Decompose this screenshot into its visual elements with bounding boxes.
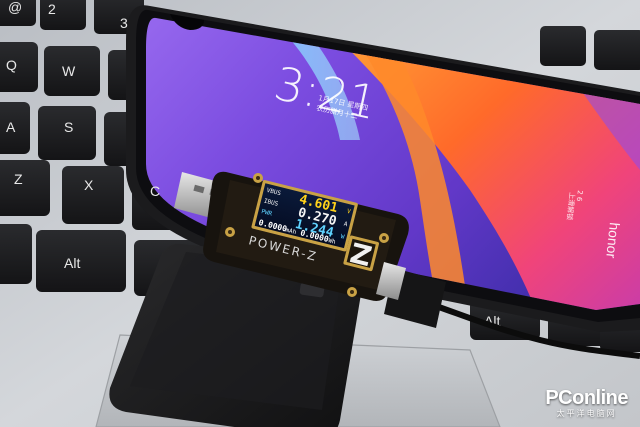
key-2: 2 (48, 1, 56, 17)
key-a: A (6, 119, 16, 135)
key-at: @ (8, 0, 22, 15)
pconline-watermark: PConline 太平洋电脑网 (545, 388, 628, 419)
key-x: X (84, 177, 94, 193)
key-z: Z (14, 171, 23, 187)
watermark-logo: PConline (545, 387, 628, 409)
key-q: Q (6, 57, 17, 73)
key-w: W (62, 63, 76, 79)
photo-background: 3:21 1月17日 星期四 农历腊月十二 2 6 上滑解锁 honor @ 2… (0, 0, 640, 427)
key-alt-left: Alt (64, 255, 80, 271)
key-3: 3 (120, 15, 128, 31)
watermark-subtitle: 太平洋电脑网 (556, 409, 617, 418)
key-s: S (64, 119, 73, 135)
key-c: C (150, 183, 160, 199)
photo-scene: 3:21 1月17日 星期四 农历腊月十二 2 6 上滑解锁 honor @ 2… (0, 0, 640, 427)
photo-illustration: 3:21 1月17日 星期四 农历腊月十二 2 6 上滑解锁 honor @ 2… (0, 0, 640, 427)
